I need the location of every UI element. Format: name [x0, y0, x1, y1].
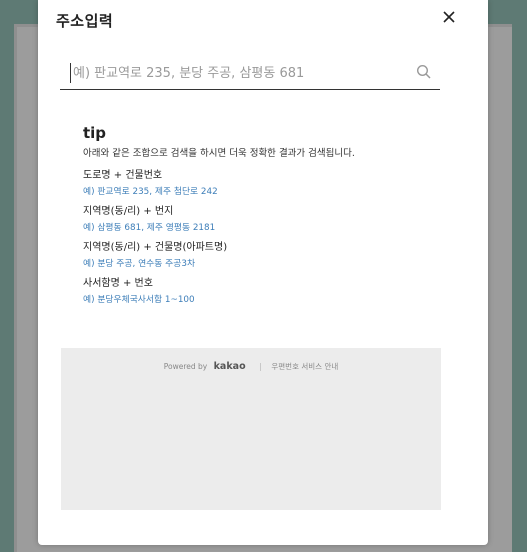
- tip-example: 예) 분당 주공, 연수동 주공3차: [83, 259, 196, 269]
- divider: [259, 363, 261, 371]
- tip-item: 지역명(동/리) + 건물명(아파트명) 예) 분당 주공, 연수동 주공3차: [83, 240, 443, 272]
- result-area: Powered by kakao 우편번호 서비스 안내: [61, 348, 441, 510]
- close-icon: [443, 11, 455, 23]
- tip-item: 도로명 + 건물번호 예) 판교역로 235, 제주 첨단로 242: [83, 168, 443, 200]
- tip-label: 지역명(동/리) + 건물명(아파트명): [83, 242, 228, 253]
- tip-description: 아래와 같은 조합으로 검색을 하시면 더욱 정확한 결과가 검색됩니다.: [83, 148, 355, 159]
- tip-item: 지역명(동/리) + 번지 예) 삼평동 681, 제주 영평동 2181: [83, 204, 443, 236]
- close-button[interactable]: [440, 8, 458, 26]
- search-button[interactable]: [416, 64, 432, 80]
- search-box: [60, 55, 440, 90]
- tip-label: 지역명(동/리) + 번지: [83, 206, 174, 217]
- search-input[interactable]: [70, 63, 403, 83]
- tip-title: tip: [83, 124, 107, 142]
- modal-title: 주소입력: [56, 12, 114, 30]
- kakao-logo: kakao: [213, 361, 246, 372]
- postcode-service-link[interactable]: 우편번호 서비스 안내: [271, 362, 338, 371]
- tip-label: 사서함명 + 번호: [83, 278, 153, 289]
- tip-example: 예) 판교역로 235, 제주 첨단로 242: [83, 187, 218, 197]
- search-icon: [416, 64, 431, 79]
- powered-by: Powered by kakao 우편번호 서비스 안내: [61, 361, 441, 372]
- tip-item: 사서함명 + 번호 예) 분당우체국사서함 1~100: [83, 276, 443, 308]
- address-modal: 주소입력 tip 아래와 같은 조합으로 검색을 하시면 더욱 정확한 결과가 …: [38, 0, 488, 545]
- powered-by-text: Powered by: [163, 362, 208, 371]
- tip-example: 예) 삼평동 681, 제주 영평동 2181: [83, 223, 216, 233]
- tip-section: tip 아래와 같은 조합으로 검색을 하시면 더욱 정확한 결과가 검색됩니다…: [83, 124, 443, 312]
- tip-label: 도로명 + 건물번호: [83, 170, 163, 181]
- tip-example: 예) 분당우체국사서함 1~100: [83, 295, 195, 305]
